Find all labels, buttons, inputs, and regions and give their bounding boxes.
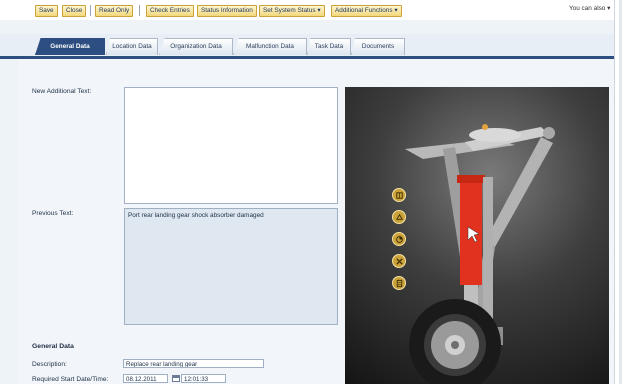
required-start-date-field[interactable]: 08.12.2011 — [123, 374, 168, 383]
toolbar-separator — [139, 5, 140, 16]
new-additional-text-field[interactable] — [124, 87, 338, 204]
general-data-heading: General Data — [32, 343, 74, 350]
select-icon[interactable] — [392, 188, 406, 202]
additional-functions-button[interactable]: Additional Functions ▾ — [331, 5, 402, 17]
section-icon[interactable] — [392, 232, 406, 246]
right-scroll-frame[interactable] — [614, 0, 637, 384]
description-label: Description: — [32, 361, 67, 368]
toolbar: Save Close Read Only Check Entries Statu… — [0, 0, 614, 20]
tab-task-data[interactable]: Task Data — [307, 38, 351, 55]
new-additional-text-label: New Additional Text: — [32, 88, 92, 95]
work-order-page: Save Close Read Only Check Entries Statu… — [0, 0, 637, 384]
status-information-button[interactable]: Status Information — [197, 5, 257, 17]
tab-location-data[interactable]: Location Data — [106, 38, 158, 55]
previous-text-field: Port rear landing gear shock absorber da… — [124, 208, 338, 325]
description-field[interactable]: Replace rear landing gear — [123, 359, 264, 368]
document-icon[interactable] — [392, 276, 406, 290]
tools-icon[interactable] — [392, 254, 406, 268]
tab-organization-data[interactable]: Organization Data — [159, 38, 233, 55]
set-system-status-button[interactable]: Set System Status ▾ — [259, 5, 325, 17]
required-start-time-field[interactable]: 12:01:33 — [181, 374, 226, 383]
tab-malfunction-data[interactable]: Malfunction Data — [233, 38, 307, 55]
previous-text-label: Previous Text: — [32, 210, 74, 217]
you-can-also-menu[interactable]: You can also ▾ — [569, 4, 610, 12]
3d-viewer[interactable] — [345, 87, 609, 384]
save-button[interactable]: Save — [35, 5, 58, 17]
landing-gear-model — [405, 124, 555, 384]
close-button[interactable]: Close — [62, 5, 87, 17]
read-only-button[interactable]: Read Only — [95, 5, 134, 17]
tab-documents[interactable]: Documents — [351, 38, 405, 55]
calendar-icon[interactable] — [172, 375, 180, 382]
tab-general-data[interactable]: General Data — [35, 38, 105, 55]
tab-strip: General Data Location Data Organization … — [0, 34, 614, 59]
check-entries-button[interactable]: Check Entries — [146, 5, 194, 17]
required-start-label: Required Start Date/Time: — [32, 376, 109, 383]
rotate-icon[interactable] — [392, 210, 406, 224]
toolbar-separator — [90, 5, 91, 16]
